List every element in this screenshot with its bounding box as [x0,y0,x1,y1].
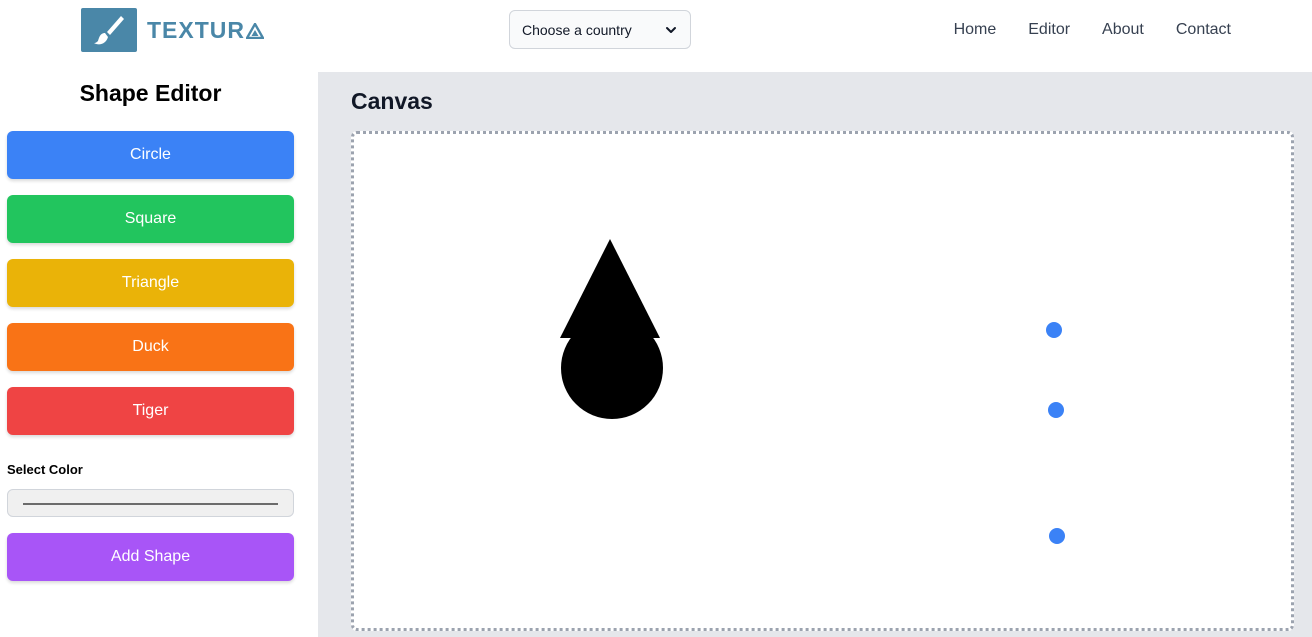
brand-name: TEXTUR [147,17,264,44]
chevron-down-icon [666,26,676,33]
sidebar-title: Shape Editor [79,80,222,106]
canvas-panel: Canvas [318,72,1312,637]
nav-editor[interactable]: Editor [1028,20,1070,40]
nav-home[interactable]: Home [954,20,997,40]
resize-handle[interactable] [1049,528,1065,544]
drawing-canvas[interactable] [351,131,1294,631]
triangle-button[interactable]: Triangle [7,259,294,307]
nav-contact[interactable]: Contact [1176,20,1231,40]
brand-logo[interactable]: TEXTUR [81,8,264,52]
color-swatch [23,503,278,505]
canvas-shapes [560,239,1065,544]
color-picker-input[interactable] [7,489,294,517]
country-select-value: Choose a country [522,21,632,38]
shape-editor-sidebar: Shape Editor Circle Square Triangle Duck… [0,72,318,637]
top-header: TEXTUR Choose a country Home Editor Abou… [0,0,1312,72]
circle-shape[interactable] [561,317,663,419]
paintbrush-icon [81,8,137,52]
square-button[interactable]: Square [7,195,294,243]
add-shape-button[interactable]: Add Shape [7,533,294,581]
circle-button[interactable]: Circle [7,131,294,179]
canvas-title: Canvas [351,88,433,114]
select-color-label: Select Color [7,462,83,477]
main-nav: Home Editor About Contact [954,20,1231,40]
triangle-logo-icon [246,22,264,39]
country-select[interactable]: Choose a country [509,10,691,49]
resize-handle[interactable] [1048,402,1064,418]
duck-button[interactable]: Duck [7,323,294,371]
nav-about[interactable]: About [1102,20,1144,40]
tiger-button[interactable]: Tiger [7,387,294,435]
resize-handle[interactable] [1046,322,1062,338]
